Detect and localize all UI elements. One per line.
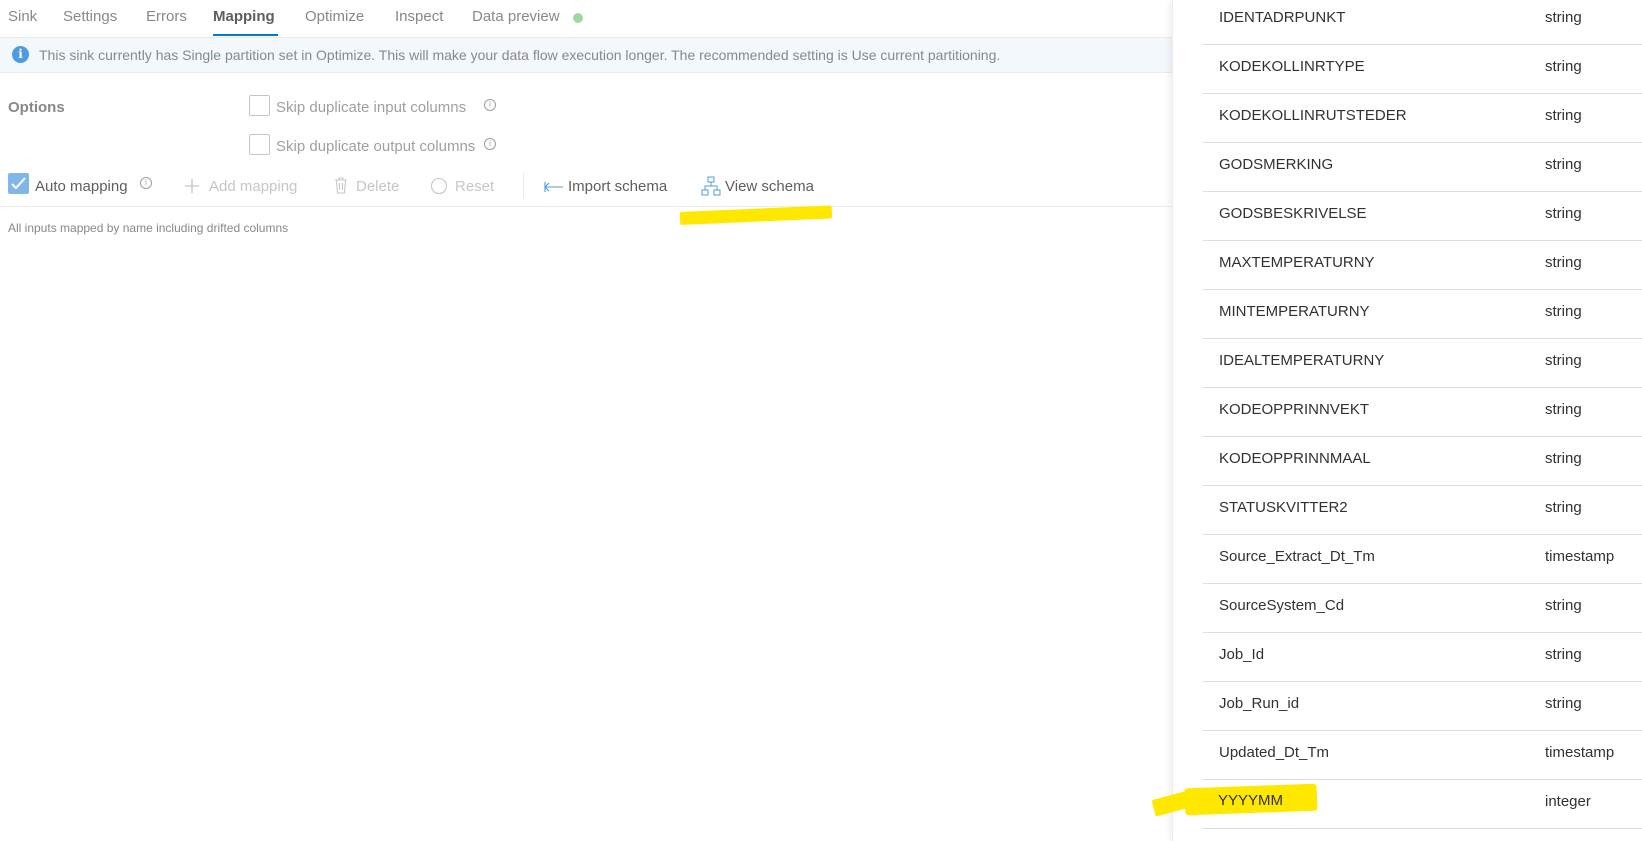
view-schema-icon	[701, 176, 721, 201]
schema-row: MINTEMPERATURNY string	[1203, 291, 1642, 339]
delete-icon	[334, 177, 348, 199]
schema-row: Source_Extract_Dt_Tm timestamp	[1203, 536, 1642, 584]
view-schema-button[interactable]: View schema	[725, 178, 814, 195]
schema-column-name: IDEALTEMPERATURNY	[1219, 352, 1385, 369]
schema-column-name: KODEKOLLINRTYPE	[1219, 58, 1365, 75]
add-icon	[184, 178, 200, 199]
reset-button[interactable]: Reset	[455, 178, 494, 195]
active-tab-indicator	[213, 34, 278, 36]
schema-column-type: string	[1545, 597, 1582, 614]
tab-settings[interactable]: Settings	[63, 8, 117, 25]
schema-column-name: Source_Extract_Dt_Tm	[1219, 548, 1375, 565]
schema-row: SourceSystem_Cd string	[1203, 585, 1642, 633]
schema-row: KODEOPPRINNVEKT string	[1203, 389, 1642, 437]
schema-column-type: timestamp	[1545, 744, 1615, 761]
checkmark-icon	[11, 177, 26, 190]
schema-row: GODSMERKING string	[1203, 144, 1642, 192]
skip-output-info-icon[interactable]: i	[484, 138, 496, 150]
delete-button[interactable]: Delete	[356, 178, 399, 195]
skip-duplicate-input-label: Skip duplicate input columns	[276, 99, 467, 116]
tab-data-preview[interactable]: Data preview	[472, 8, 560, 25]
schema-column-name: KODEKOLLINRUTSTEDER	[1219, 107, 1407, 124]
toolbar-divider	[523, 172, 524, 198]
schema-row: Job_Run_id string	[1203, 683, 1642, 731]
schema-column-type: string	[1545, 695, 1582, 712]
sink-mapping-page: Sink Settings Errors Mapping Optimize In…	[0, 0, 1642, 841]
schema-column-name: GODSBESKRIVELSE	[1219, 205, 1367, 222]
options-label: Options	[8, 99, 65, 116]
mapping-hint: All inputs mapped by name including drif…	[8, 221, 289, 235]
schema-column-type: string	[1545, 499, 1582, 516]
schema-column-name: Updated_Dt_Tm	[1219, 744, 1330, 761]
schema-column-name: SourceSystem_Cd	[1219, 597, 1345, 614]
schema-row: GODSBESKRIVELSE string	[1203, 193, 1642, 241]
schema-column-name: IDENTADRPUNKT	[1219, 9, 1346, 26]
schema-row: KODEKOLLINRUTSTEDER string	[1203, 95, 1642, 143]
schema-row: Updated_Dt_Tm timestamp	[1203, 732, 1642, 780]
auto-mapping-info-icon[interactable]: i	[140, 177, 152, 189]
add-mapping-button[interactable]: Add mapping	[209, 178, 297, 195]
schema-column-type: string	[1545, 58, 1582, 75]
schema-column-type: string	[1545, 450, 1582, 467]
schema-row: Job_Id string	[1203, 634, 1642, 682]
schema-column-name: KODEOPPRINNMAAL	[1219, 450, 1371, 467]
schema-column-type: string	[1545, 107, 1582, 124]
data-preview-status-dot	[573, 13, 583, 23]
tab-errors[interactable]: Errors	[146, 8, 187, 25]
import-schema-icon	[544, 180, 564, 198]
skip-input-info-icon[interactable]: i	[484, 99, 496, 111]
tab-mapping[interactable]: Mapping	[213, 8, 275, 25]
skip-duplicate-output-checkbox[interactable]	[249, 134, 270, 155]
import-schema-button[interactable]: Import schema	[568, 178, 667, 195]
schema-row: KODEOPPRINNMAAL string	[1203, 438, 1642, 486]
schema-column-type: string	[1545, 156, 1582, 173]
tab-sink[interactable]: Sink	[8, 8, 37, 25]
schema-row: STATUSKVITTER2 string	[1203, 487, 1642, 535]
schema-column-type: timestamp	[1545, 548, 1615, 565]
schema-column-name: Job_Run_id	[1219, 695, 1300, 712]
yyyymm-highlight-label: YYYYMM	[1218, 792, 1284, 809]
schema-row: KODEKOLLINRTYPE string	[1203, 46, 1642, 94]
schema-column-type: string	[1545, 9, 1582, 26]
schema-column-name: KODEOPPRINNVEKT	[1219, 401, 1370, 418]
schema-column-name: STATUSKVITTER2	[1219, 499, 1348, 516]
schema-column-name: Job_Id	[1219, 646, 1265, 663]
skip-duplicate-output-label: Skip duplicate output columns	[276, 138, 476, 155]
info-bar: i This sink currently has Single partiti…	[0, 37, 1172, 73]
schema-row: IDENTADRPUNKT string	[1203, 0, 1642, 45]
tab-optimize[interactable]: Optimize	[305, 8, 364, 25]
schema-column-name: GODSMERKING	[1219, 156, 1334, 173]
auto-mapping-label: Auto mapping	[35, 178, 128, 195]
schema-panel: IDENTADRPUNKT string KODEKOLLINRTYPE string…	[1172, 0, 1642, 841]
schema-column-type: string	[1545, 303, 1582, 320]
schema-column-name: MAXTEMPERATURNY	[1219, 254, 1375, 271]
schema-column-type: string	[1545, 352, 1582, 369]
tab-bar: Sink Settings Errors Mapping Optimize In…	[0, 0, 1172, 36]
schema-column-type: string	[1545, 254, 1582, 271]
schema-column-type: string	[1545, 401, 1582, 418]
schema-column-type: integer	[1545, 793, 1591, 810]
schema-column-name: MINTEMPERATURNY	[1219, 303, 1370, 320]
tab-inspect[interactable]: Inspect	[395, 8, 443, 25]
schema-column-type: string	[1545, 646, 1582, 663]
schema-row: MAXTEMPERATURNY string	[1203, 242, 1642, 290]
highlight-mark-view-schema	[679, 205, 833, 225]
auto-mapping-checkbox[interactable]	[8, 173, 29, 194]
info-message: This sink currently has Single partition…	[39, 47, 1001, 63]
reset-icon	[430, 177, 448, 200]
info-icon: i	[12, 46, 29, 63]
schema-row: IDEALTEMPERATURNY string	[1203, 340, 1642, 388]
schema-column-type: string	[1545, 205, 1582, 222]
skip-duplicate-input-checkbox[interactable]	[249, 95, 270, 116]
